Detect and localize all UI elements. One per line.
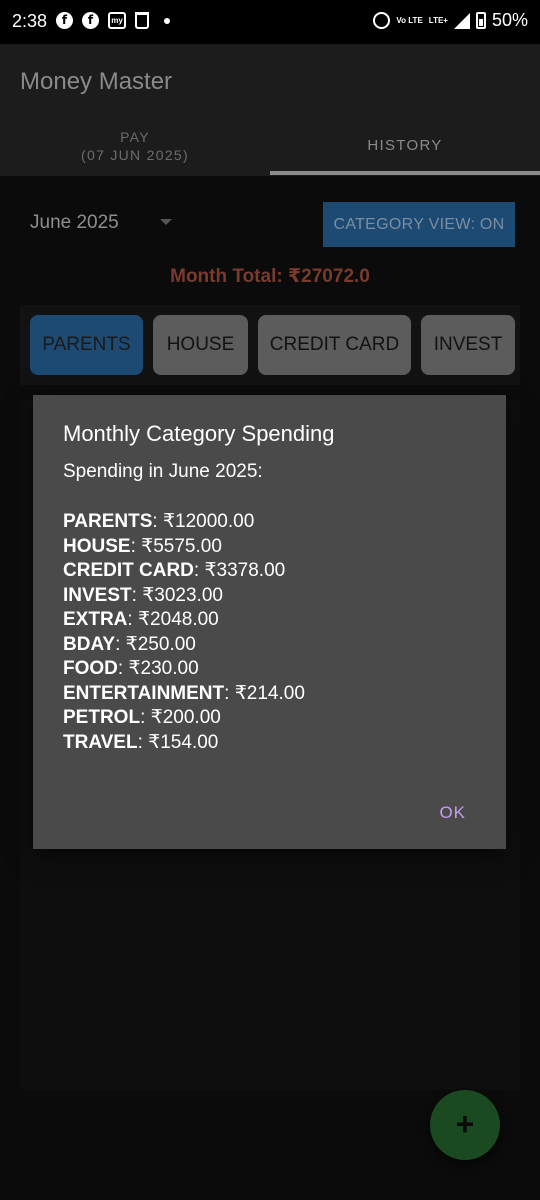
category-chip-credit-card[interactable]: CREDIT CARD — [258, 315, 411, 375]
dropdown-arrow-icon[interactable] — [160, 219, 172, 225]
tab-pay-label: PAY — [120, 129, 150, 145]
spending-amount: ₹5575.00 — [141, 535, 222, 557]
spending-amount: ₹2048.00 — [137, 609, 219, 630]
system-icons: Vo LTE LTE+ 50% — [373, 10, 528, 31]
spending-category: PARENTS — [63, 511, 153, 532]
status-time: 2:38 — [12, 11, 48, 31]
spending-row: EXTRA: ₹2048.00 — [63, 609, 219, 630]
spending-row: INVEST: ₹3023.00 — [63, 584, 223, 606]
spending-row: PETROL: ₹200.00 — [63, 707, 221, 728]
spending-row: CREDIT CARD: ₹3378.00 — [63, 560, 286, 581]
spending-row: FOOD: ₹230.00 — [63, 658, 199, 679]
spending-category: FOOD — [63, 658, 118, 679]
spending-amount: ₹214.00 — [234, 682, 305, 704]
ok-button[interactable]: OK — [439, 803, 466, 823]
spending-category: ENTERTAINMENT — [63, 682, 225, 704]
tab-pay[interactable]: PAY (07 JUN 2025) — [0, 120, 270, 176]
month-dropdown[interactable]: June 2025 — [30, 212, 119, 234]
spending-amount: ₹12000.00 — [162, 511, 255, 532]
monthly-spending-dialog: Monthly Category Spending Spending in Ju… — [33, 395, 506, 849]
category-chip-strip[interactable]: PARENTS HOUSE CREDIT CARD INVEST — [20, 305, 520, 385]
category-chip-parents[interactable]: PARENTS — [30, 315, 143, 375]
alarm-icon — [373, 12, 391, 29]
spending-amount: ₹3378.00 — [204, 560, 286, 581]
spending-amount: ₹200.00 — [150, 707, 221, 728]
spending-amount: ₹3023.00 — [142, 584, 223, 606]
spending-row: TRAVEL: ₹154.00 — [63, 731, 219, 753]
spending-category: EXTRA — [63, 609, 128, 630]
signal-icon — [453, 12, 470, 29]
spending-amount: ₹154.00 — [148, 731, 219, 753]
volte-icon: Vo LTE — [396, 16, 423, 25]
spending-category: BDAY — [63, 633, 116, 655]
spending-category: CREDIT CARD — [63, 560, 194, 581]
spending-row: ENTERTAINMENT: ₹214.00 — [63, 682, 305, 704]
battery-icon — [475, 12, 486, 29]
tab-pay-date: (07 JUN 2025) — [81, 147, 189, 163]
battery-percent: 50% — [491, 10, 528, 30]
spending-category: HOUSE — [63, 535, 131, 557]
facebook-icon: f — [56, 12, 73, 29]
dialog-title: Monthly Category Spending — [63, 421, 335, 446]
month-total: Month Total: ₹27072.0 — [170, 266, 370, 287]
spending-list: PARENTS: ₹12000.00 HOUSE: ₹5575.00 CREDI… — [63, 510, 305, 755]
spending-category: TRAVEL — [63, 731, 138, 753]
spending-amount: ₹230.00 — [128, 658, 199, 679]
category-chip-house[interactable]: HOUSE — [153, 315, 248, 375]
tab-history[interactable]: HISTORY — [270, 120, 540, 176]
plus-icon: + — [455, 1106, 475, 1142]
app-bar: Money Master — [0, 44, 540, 120]
app-title: Money Master — [20, 68, 173, 95]
category-chip-invest[interactable]: INVEST — [421, 315, 515, 375]
cup-icon — [135, 12, 149, 29]
category-view-toggle-button[interactable]: CATEGORY VIEW: ON — [323, 202, 515, 247]
dialog-subtitle: Spending in June 2025: — [63, 461, 263, 482]
tab-history-label: HISTORY — [367, 137, 443, 154]
spending-row: HOUSE: ₹5575.00 — [63, 535, 222, 557]
lte-plus-icon: LTE+ — [428, 16, 448, 25]
tab-bar: PAY (07 JUN 2025) HISTORY — [0, 120, 540, 176]
app-notification-icon: my — [108, 12, 126, 29]
spending-row: BDAY: ₹250.00 — [63, 633, 196, 655]
spending-category: INVEST — [63, 584, 132, 606]
tab-indicator — [270, 171, 540, 175]
facebook-icon: f — [82, 12, 99, 29]
notification-icons: f f my — [56, 12, 170, 29]
status-bar: 2:38 f f my Vo LTE LTE+ 50% — [0, 0, 540, 44]
spending-category: PETROL — [63, 707, 141, 728]
spending-row: PARENTS: ₹12000.00 — [63, 511, 255, 532]
more-notifications-dot-icon — [164, 17, 170, 24]
spending-amount: ₹250.00 — [125, 633, 196, 655]
add-transaction-button[interactable]: + — [430, 1090, 500, 1160]
